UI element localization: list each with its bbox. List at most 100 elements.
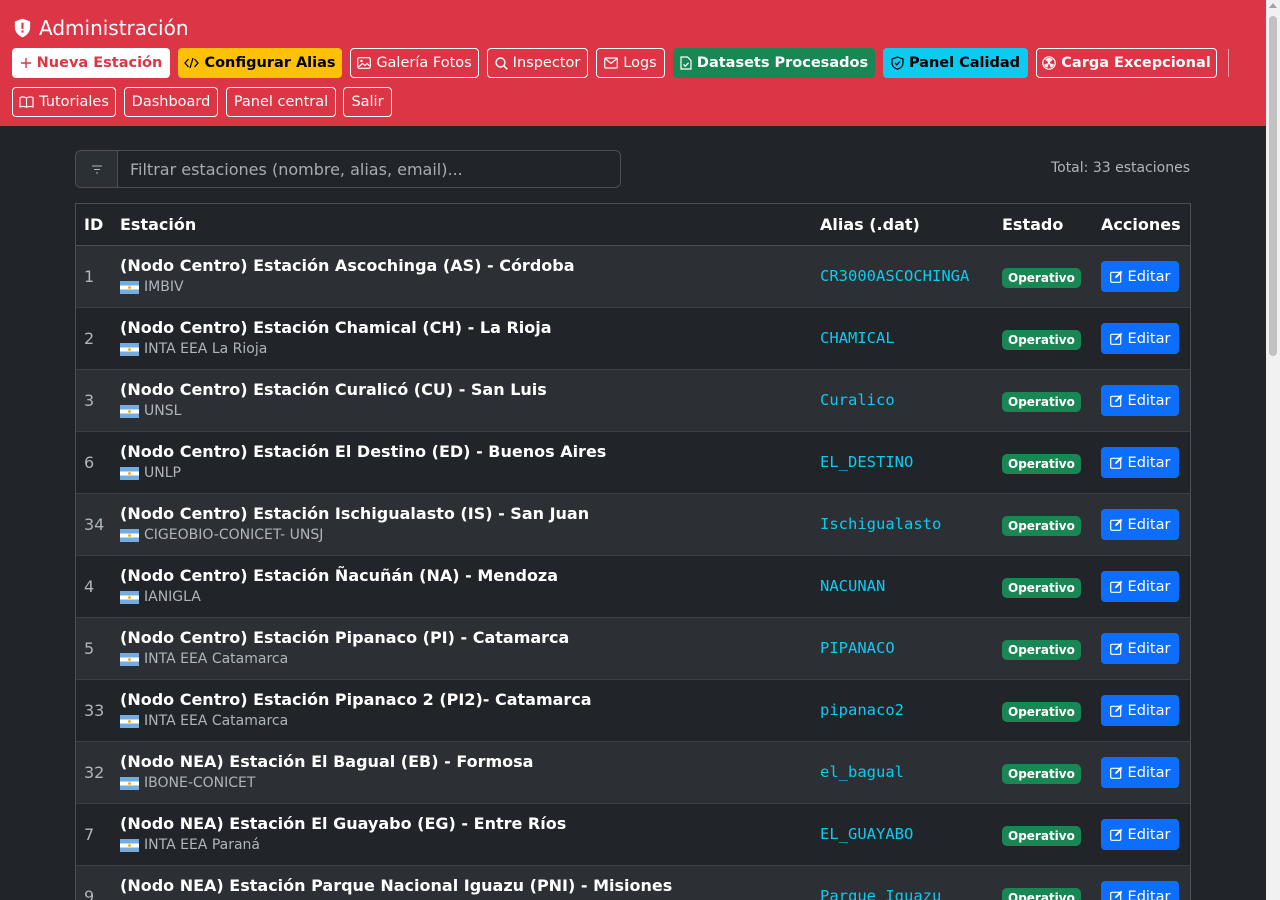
status-badge: Operativo	[1002, 764, 1081, 784]
station-id: 6	[84, 453, 95, 472]
table-row: 32 (Nodo NEA) Estación El Bagual (EB) - F…	[76, 742, 1190, 804]
table-header: ID Estación Alias (.dat) Estado Acciones	[76, 204, 1190, 246]
edit-button-label: Editar	[1127, 764, 1171, 781]
edit-button[interactable]: Editar	[1101, 757, 1179, 788]
dashboard-button[interactable]: Dashboard	[124, 87, 218, 117]
station-name: (Nodo Centro) Estación Pipanaco 2 (PI2)-…	[120, 690, 592, 709]
edit-button[interactable]: Editar	[1101, 695, 1179, 726]
edit-button[interactable]: Editar	[1101, 509, 1179, 540]
station-alias: Ischigualasto	[820, 515, 942, 533]
station-org: UNLP	[120, 465, 181, 481]
quality-panel-button[interactable]: Panel Calidad	[883, 48, 1028, 78]
image-icon	[357, 57, 372, 69]
station-org-label: UNSL	[144, 403, 182, 419]
station-name: (Nodo Centro) Estación Ascochinga (AS) -…	[120, 256, 575, 275]
table-row: 6 (Nodo Centro) Estación El Destino (ED) …	[76, 432, 1190, 494]
shield-check-icon	[891, 56, 904, 70]
edit-icon	[1109, 270, 1122, 283]
station-id: 7	[84, 825, 95, 844]
search-icon	[494, 56, 508, 70]
edit-icon	[1109, 642, 1122, 655]
station-id: 32	[84, 763, 105, 782]
argentina-flag-icon	[120, 528, 139, 542]
filter-addon	[76, 151, 118, 187]
edit-button[interactable]: Editar	[1101, 261, 1179, 292]
table-row: 7 (Nodo NEA) Estación El Guayabo (EG) - E…	[76, 804, 1190, 866]
page-scrollbar[interactable]	[1266, 0, 1280, 900]
configure-alias-button[interactable]: Configurar Alias	[178, 48, 342, 78]
book-icon	[19, 96, 34, 108]
header-actions: Acciones	[1101, 215, 1181, 234]
edit-button-label: Editar	[1127, 702, 1171, 719]
table-row: 5 (Nodo Centro) Estación Pipanaco (PI) - …	[76, 618, 1190, 680]
edit-button-label: Editar	[1127, 578, 1171, 595]
exceptional-load-button[interactable]: Carga Excepcional	[1036, 48, 1217, 78]
edit-button[interactable]: Editar	[1101, 447, 1179, 478]
station-org-label: IBONE-CONICET	[144, 775, 256, 791]
edit-icon	[1109, 394, 1122, 407]
table-body: 1 (Nodo Centro) Estación Ascochinga (AS) …	[76, 246, 1190, 900]
station-id: 4	[84, 577, 95, 596]
table-row: 34 (Nodo Centro) Estación Ischigualasto (…	[76, 494, 1190, 556]
brand: Administración	[13, 14, 189, 42]
station-org: UNSL	[120, 403, 181, 419]
edit-button-label: Editar	[1127, 640, 1171, 657]
station-alias: PIPANACO	[820, 639, 895, 657]
edit-icon	[1109, 766, 1122, 779]
logs-button[interactable]: Logs	[596, 48, 665, 78]
edit-button[interactable]: Editar	[1101, 633, 1179, 664]
table-row: 2 (Nodo Centro) Estación Chamical (CH) - …	[76, 308, 1190, 370]
station-alias: Parque_Iguazu	[820, 887, 942, 900]
processed-datasets-button[interactable]: Datasets Procesados	[673, 48, 875, 78]
scroll-up-arrow-icon[interactable]	[1269, 3, 1277, 8]
station-alias: CHAMICAL	[820, 329, 895, 347]
edit-button-label: Editar	[1127, 268, 1171, 285]
code-icon	[184, 57, 200, 69]
station-org: IMBIV	[120, 279, 184, 295]
station-org: CIGEOBIO-CONICET- UNSJ	[120, 527, 323, 543]
header-alias: Alias (.dat)	[820, 215, 920, 234]
search-input[interactable]	[118, 151, 620, 187]
argentina-flag-icon	[120, 466, 139, 480]
station-name: (Nodo NEA) Estación El Guayabo (EG) - En…	[120, 814, 567, 833]
station-name: (Nodo NEA) Estación Parque Nacional Igua…	[120, 876, 673, 895]
edit-button[interactable]: Editar	[1101, 819, 1179, 850]
tutorials-button[interactable]: Tutoriales	[12, 87, 116, 117]
central-panel-button[interactable]: Panel central	[226, 87, 336, 117]
station-name: (Nodo Centro) Estación Ischigualasto (IS…	[120, 504, 590, 523]
station-id: 1	[84, 267, 95, 286]
status-badge: Operativo	[1002, 330, 1081, 350]
station-org-label: INTA EEA Catamarca	[144, 651, 289, 667]
edit-button[interactable]: Editar	[1101, 571, 1179, 602]
edit-icon	[1109, 890, 1122, 900]
station-org: INTA EEA Paraná	[120, 837, 260, 853]
table-row: 3 (Nodo Centro) Estación Curalicó (CU) - …	[76, 370, 1190, 432]
station-org: IBONE-CONICET	[120, 775, 255, 791]
edit-icon	[1109, 580, 1122, 593]
edit-button[interactable]: Editar	[1101, 881, 1179, 900]
envelope-icon	[604, 57, 619, 69]
table-row: 33 (Nodo Centro) Estación Pipanaco 2 (PI2…	[76, 680, 1190, 742]
total-count: Total: 33 estaciones	[1050, 160, 1190, 176]
argentina-flag-icon	[120, 280, 139, 294]
station-org-label: INTA EEA Catamarca	[144, 713, 289, 729]
station-org: INTA EEA Catamarca	[120, 651, 288, 667]
page-title: Administración	[39, 16, 189, 40]
edit-button[interactable]: Editar	[1101, 385, 1179, 416]
edit-button[interactable]: Editar	[1101, 323, 1179, 354]
scrollbar-thumb[interactable]	[1269, 16, 1277, 356]
table-row: 1 (Nodo Centro) Estación Ascochinga (AS) …	[76, 246, 1190, 308]
station-name: (Nodo Centro) Estación Chamical (CH) - L…	[120, 318, 552, 337]
edit-button-label: Editar	[1127, 330, 1171, 347]
edit-icon	[1109, 456, 1122, 469]
edit-button-label: Editar	[1127, 888, 1171, 900]
photo-gallery-button[interactable]: Galería Fotos	[350, 48, 479, 78]
argentina-flag-icon	[120, 590, 139, 604]
status-badge: Operativo	[1002, 826, 1081, 846]
inspector-button[interactable]: Inspector	[487, 48, 588, 78]
station-org: IANIGLA	[120, 589, 201, 605]
header-id: ID	[84, 215, 104, 234]
logout-button[interactable]: Salir	[343, 87, 392, 117]
station-filter	[75, 150, 621, 188]
new-station-button[interactable]: Nueva Estación	[12, 48, 170, 78]
